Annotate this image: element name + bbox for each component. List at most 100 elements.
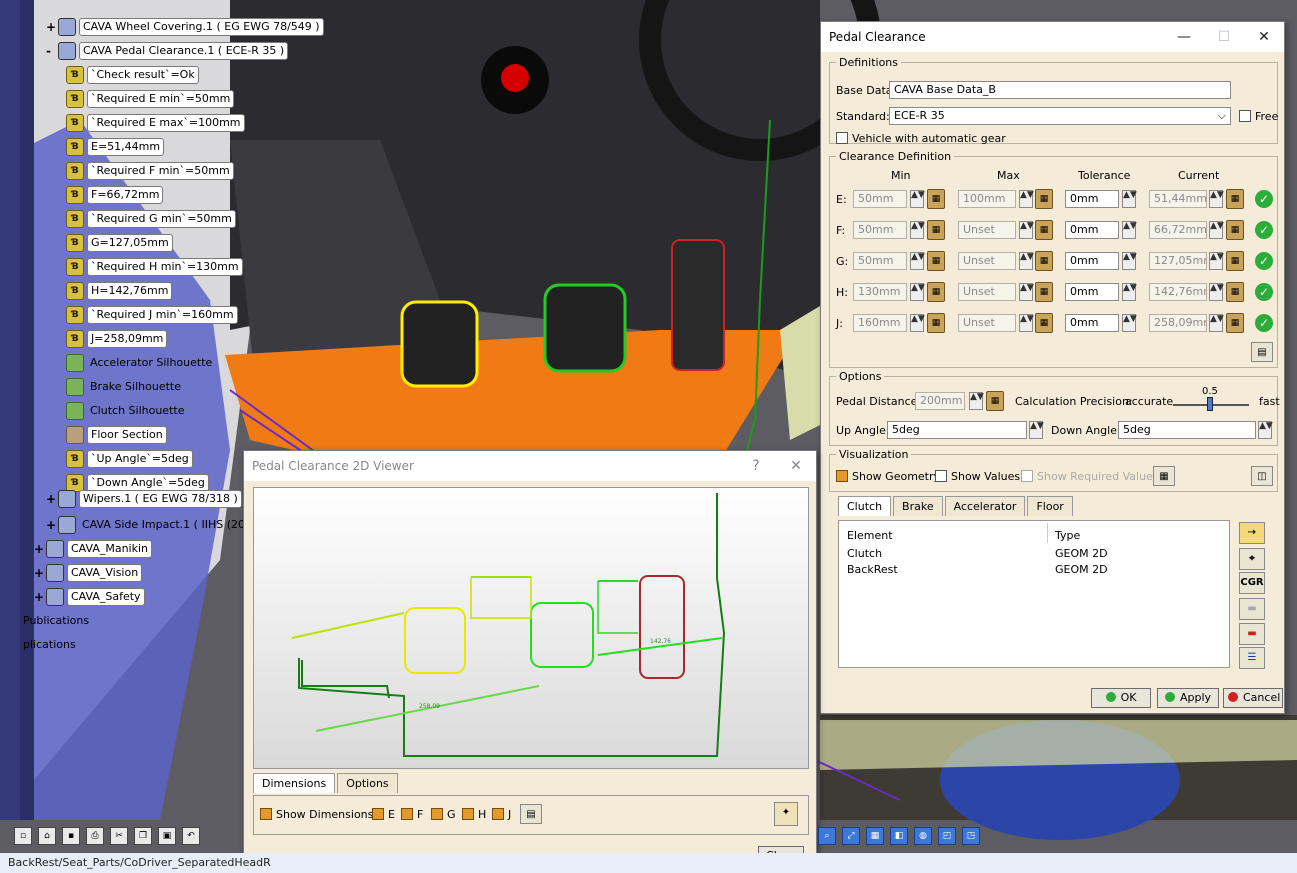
tab-dimensions[interactable]: Dimensions [253,773,336,793]
zoom-fit-icon[interactable]: ◫ [1251,466,1273,486]
expand-icon[interactable]: + [46,20,56,34]
col-divider[interactable] [1047,523,1048,543]
tree-item[interactable]: Ɓ `Required G min`=50mm [66,210,236,228]
swap-visible-icon[interactable]: ◳ [962,827,980,845]
hide-show-icon[interactable]: ◰ [938,827,956,845]
down-angle-field[interactable]: 5deg [1118,421,1256,439]
tolerance-spinner[interactable]: ▲▼ [1122,221,1137,239]
tolerance-spinner[interactable]: ▲▼ [1122,283,1137,301]
open-file-icon[interactable]: ⌂ [38,827,56,845]
up-angle-spinner[interactable]: ▲▼ [1029,421,1044,439]
tolerance-field[interactable]: 0mm [1065,221,1119,239]
ok-button[interactable]: OK [1091,688,1151,708]
min-formula-icon[interactable]: ▦ [927,251,945,271]
tree-item[interactable]: Ɓ G=127,05mm [66,234,173,252]
tree-item[interactable]: + CAVA_Safety [34,588,145,606]
max-formula-icon[interactable]: ▦ [1035,313,1053,333]
tolerance-spinner[interactable]: ▲▼ [1122,190,1137,208]
add-element-icon[interactable]: ⇢ [1239,522,1265,544]
current-formula-icon[interactable]: ▦ [1226,220,1244,240]
standard-select[interactable]: ECE-R 35 ⌵ [889,107,1231,125]
current-formula-icon[interactable]: ▦ [1226,189,1244,209]
select-element-icon[interactable]: ⌖ [1239,548,1265,570]
tree-item[interactable]: Ɓ H=142,76mm [66,282,173,300]
dim-g-checkbox[interactable]: G [431,808,456,821]
min-formula-icon[interactable]: ▦ [927,220,945,240]
print-icon[interactable]: ⎙ [86,827,104,845]
expand-icon[interactable]: + [34,566,44,580]
tree-item[interactable]: + CAVA_Vision [34,564,143,582]
tree-item[interactable]: Clutch Silhouette [66,402,187,420]
tolerance-field[interactable]: 0mm [1065,314,1119,332]
cgr-button[interactable]: CGR [1239,572,1265,594]
tree-item[interactable]: Ɓ `Required H min`=130mm [66,258,243,276]
tree-item[interactable]: + CAVA_Manikin [34,540,153,558]
pedal-distance-calc-icon[interactable]: ▦ [986,391,1004,411]
tolerance-field[interactable]: 0mm [1065,252,1119,270]
base-data-field[interactable]: CAVA Base Data_B [889,81,1231,99]
dim-j-checkbox[interactable]: J [492,808,511,821]
tree-item[interactable]: Ɓ `Required E min`=50mm [66,90,235,108]
zoom-icon[interactable]: ⌕ [818,827,836,845]
show-dimensions-checkbox[interactable]: Show Dimensions [260,808,373,821]
max-formula-icon[interactable]: ▦ [1035,251,1053,271]
max-formula-icon[interactable]: ▦ [1035,189,1053,209]
fly-icon[interactable]: ⤢ [842,827,860,845]
new-file-icon[interactable]: ▫ [14,827,32,845]
tree-item[interactable]: Ɓ `Required F min`=50mm [66,162,234,180]
viewer-canvas[interactable]: 258,09 142,76 [253,487,809,769]
render-style-icon[interactable]: ◍ [914,827,932,845]
expand-icon[interactable]: + [46,518,56,532]
apply-button[interactable]: Apply [1157,688,1219,708]
value-table-icon[interactable]: ▦ [1153,466,1175,486]
minimize-icon[interactable]: — [1164,22,1204,52]
tab-accelerator[interactable]: Accelerator [944,496,1026,516]
cut-icon[interactable]: ✂ [110,827,128,845]
tree-item[interactable]: Ɓ F=66,72mm [66,186,164,204]
max-formula-icon[interactable]: ▦ [1035,282,1053,302]
max-formula-icon[interactable]: ▦ [1035,220,1053,240]
viewer-titlebar[interactable]: Pedal Clearance 2D Viewer ? ✕ [244,451,816,481]
tree-item[interactable]: Brake Silhouette [66,378,184,396]
tree-item[interactable]: plications [20,636,79,654]
tree-item[interactable]: Publications [20,612,92,630]
down-angle-spinner[interactable]: ▲▼ [1258,421,1273,439]
tolerance-field[interactable]: 0mm [1065,190,1119,208]
precision-slider-thumb[interactable] [1207,397,1213,411]
expand-icon[interactable]: + [34,542,44,556]
collapse-icon[interactable]: - [46,44,56,58]
min-formula-icon[interactable]: ▦ [927,189,945,209]
show-geometry-checkbox[interactable]: Show Geometry [836,470,940,483]
tolerance-spinner[interactable]: ▲▼ [1122,314,1137,332]
expand-icon[interactable]: + [34,590,44,604]
save-icon[interactable]: ▪ [62,827,80,845]
viewer-close-icon[interactable]: ✕ [776,451,816,481]
tab-options[interactable]: Options [337,773,398,793]
tree-item[interactable]: Floor Section [66,426,167,444]
tree-item[interactable]: Ɓ `Required E max`=100mm [66,114,245,132]
close-icon[interactable]: ✕ [1244,22,1284,52]
min-formula-icon[interactable]: ▦ [927,313,945,333]
export-report-icon[interactable]: ▤ [1251,342,1273,362]
tab-clutch[interactable]: Clutch [838,496,892,516]
tree-item[interactable]: Ɓ `Up Angle`=5deg [66,450,193,468]
tree-item[interactable]: - CAVA Pedal Clearance.1 ( ECE-R 35 ) [46,42,289,60]
tolerance-spinner[interactable]: ▲▼ [1122,252,1137,270]
current-formula-icon[interactable]: ▦ [1226,313,1244,333]
viewer-settings-icon[interactable]: ✦ [774,802,798,826]
tab-brake[interactable]: Brake [893,496,943,516]
free-checkbox[interactable]: Free [1239,110,1278,123]
paste-icon[interactable]: ▣ [158,827,176,845]
up-angle-field[interactable]: 5deg [887,421,1027,439]
element-list[interactable]: Element Type Clutch GEOM 2D BackRest GEO… [838,520,1230,668]
tree-item[interactable]: + CAVA Wheel Covering.1 ( EG EWG 78/549 ) [46,18,324,36]
undo-icon[interactable]: ↶ [182,827,200,845]
tab-floor[interactable]: Floor [1027,496,1073,516]
pedal-clearance-titlebar[interactable]: Pedal Clearance — ☐ ✕ [821,22,1284,52]
tree-item[interactable]: Ɓ E=51,44mm [66,138,165,156]
min-formula-icon[interactable]: ▦ [927,282,945,302]
automatic-gear-checkbox[interactable]: Vehicle with automatic gear [836,132,1006,145]
current-formula-icon[interactable]: ▦ [1226,282,1244,302]
fit-all-icon[interactable]: ▦ [866,827,884,845]
tree-item[interactable]: Ɓ J=258,09mm [66,330,168,348]
